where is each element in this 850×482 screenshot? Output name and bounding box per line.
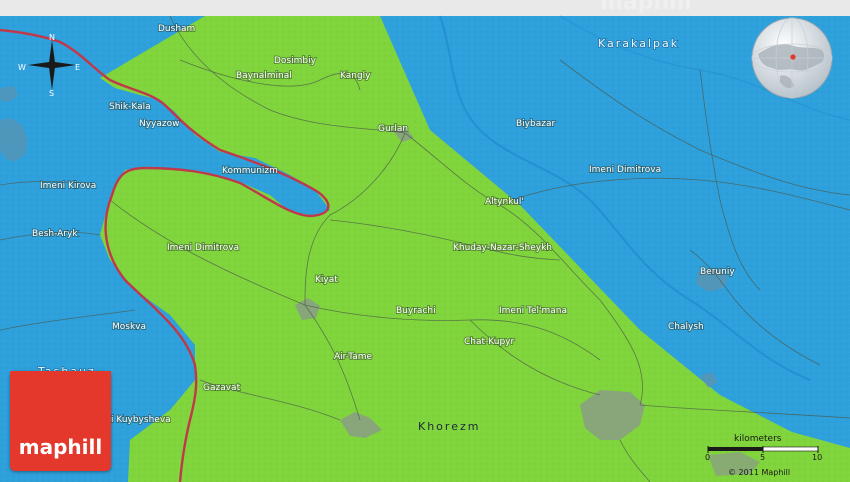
- compass-s: S: [49, 89, 54, 98]
- location-marker-icon: [790, 54, 796, 60]
- place-label[interactable]: Khuday-Nazar-Sheykh: [452, 242, 553, 254]
- compass-e: E: [75, 63, 80, 72]
- place-label[interactable]: Shik-Kala: [108, 101, 152, 113]
- globe-icon: [751, 17, 833, 99]
- place-label[interactable]: Altynkul': [484, 196, 525, 208]
- logo-text: maphill: [18, 435, 103, 459]
- place-label[interactable]: Dosimbiy: [273, 55, 318, 67]
- place-label[interactable]: Biybazar: [515, 118, 556, 130]
- place-label[interactable]: Gurlan: [377, 123, 409, 135]
- scale-bar: kilometers 0 5 10: [700, 434, 830, 470]
- maphill-watermark: maphill: [600, 0, 692, 15]
- place-label[interactable]: Buyrachi: [395, 305, 437, 317]
- place-label[interactable]: Nyyazow: [138, 118, 181, 130]
- compass-n: N: [49, 33, 55, 42]
- place-label[interactable]: Moskva: [111, 321, 147, 333]
- scale-title: kilometers: [734, 434, 782, 444]
- relief-texture: [0, 16, 850, 482]
- logo-mark-icon: [10, 371, 111, 431]
- top-band: [0, 0, 850, 16]
- compass-icon: N E S W: [18, 33, 80, 98]
- map-canvas: Karakalpak Khorezm Tashauz Dusham Dosimb…: [0, 0, 850, 482]
- place-label[interactable]: Imeni Tel'mana: [498, 305, 568, 317]
- place-label[interactable]: Gazavat: [202, 382, 242, 394]
- compass-w: W: [18, 63, 26, 72]
- scale-tick-0: 0: [705, 453, 711, 462]
- copyright-text: © 2011 Maphill: [728, 468, 791, 477]
- place-label[interactable]: Chat-Kupyr: [463, 336, 515, 348]
- region-label-karakalpak: Karakalpak: [598, 37, 679, 50]
- scale-tick-5: 5: [760, 453, 766, 462]
- maphill-logo[interactable]: maphill: [10, 371, 111, 471]
- place-label[interactable]: Imeni Kirova: [39, 180, 97, 192]
- compass-rose: N E S W: [14, 32, 90, 98]
- place-label[interactable]: Air-Tame: [333, 351, 373, 363]
- place-label[interactable]: Besh-Aryk: [31, 228, 79, 240]
- place-label[interactable]: Kommunizm: [221, 165, 279, 177]
- place-label[interactable]: Chalysh: [667, 321, 705, 333]
- globe-locator: [750, 16, 834, 100]
- place-label[interactable]: Kiyat: [314, 274, 339, 286]
- map-view[interactable]: Karakalpak Khorezm Tashauz Dusham Dosimb…: [0, 0, 850, 482]
- place-label[interactable]: Kangly: [339, 70, 372, 82]
- place-label[interactable]: Imeni Dimitrova: [588, 164, 662, 176]
- place-label[interactable]: Baynalminal: [235, 70, 293, 82]
- place-label[interactable]: Dusham: [157, 23, 196, 35]
- place-label[interactable]: Imeni Dimitrova: [166, 242, 240, 254]
- scale-tick-10: 10: [812, 453, 823, 462]
- region-label-khorezm: Khorezm: [418, 420, 480, 433]
- place-label[interactable]: Beruniy: [699, 266, 736, 278]
- place-label[interactable]: i Kuybysheva: [110, 414, 172, 426]
